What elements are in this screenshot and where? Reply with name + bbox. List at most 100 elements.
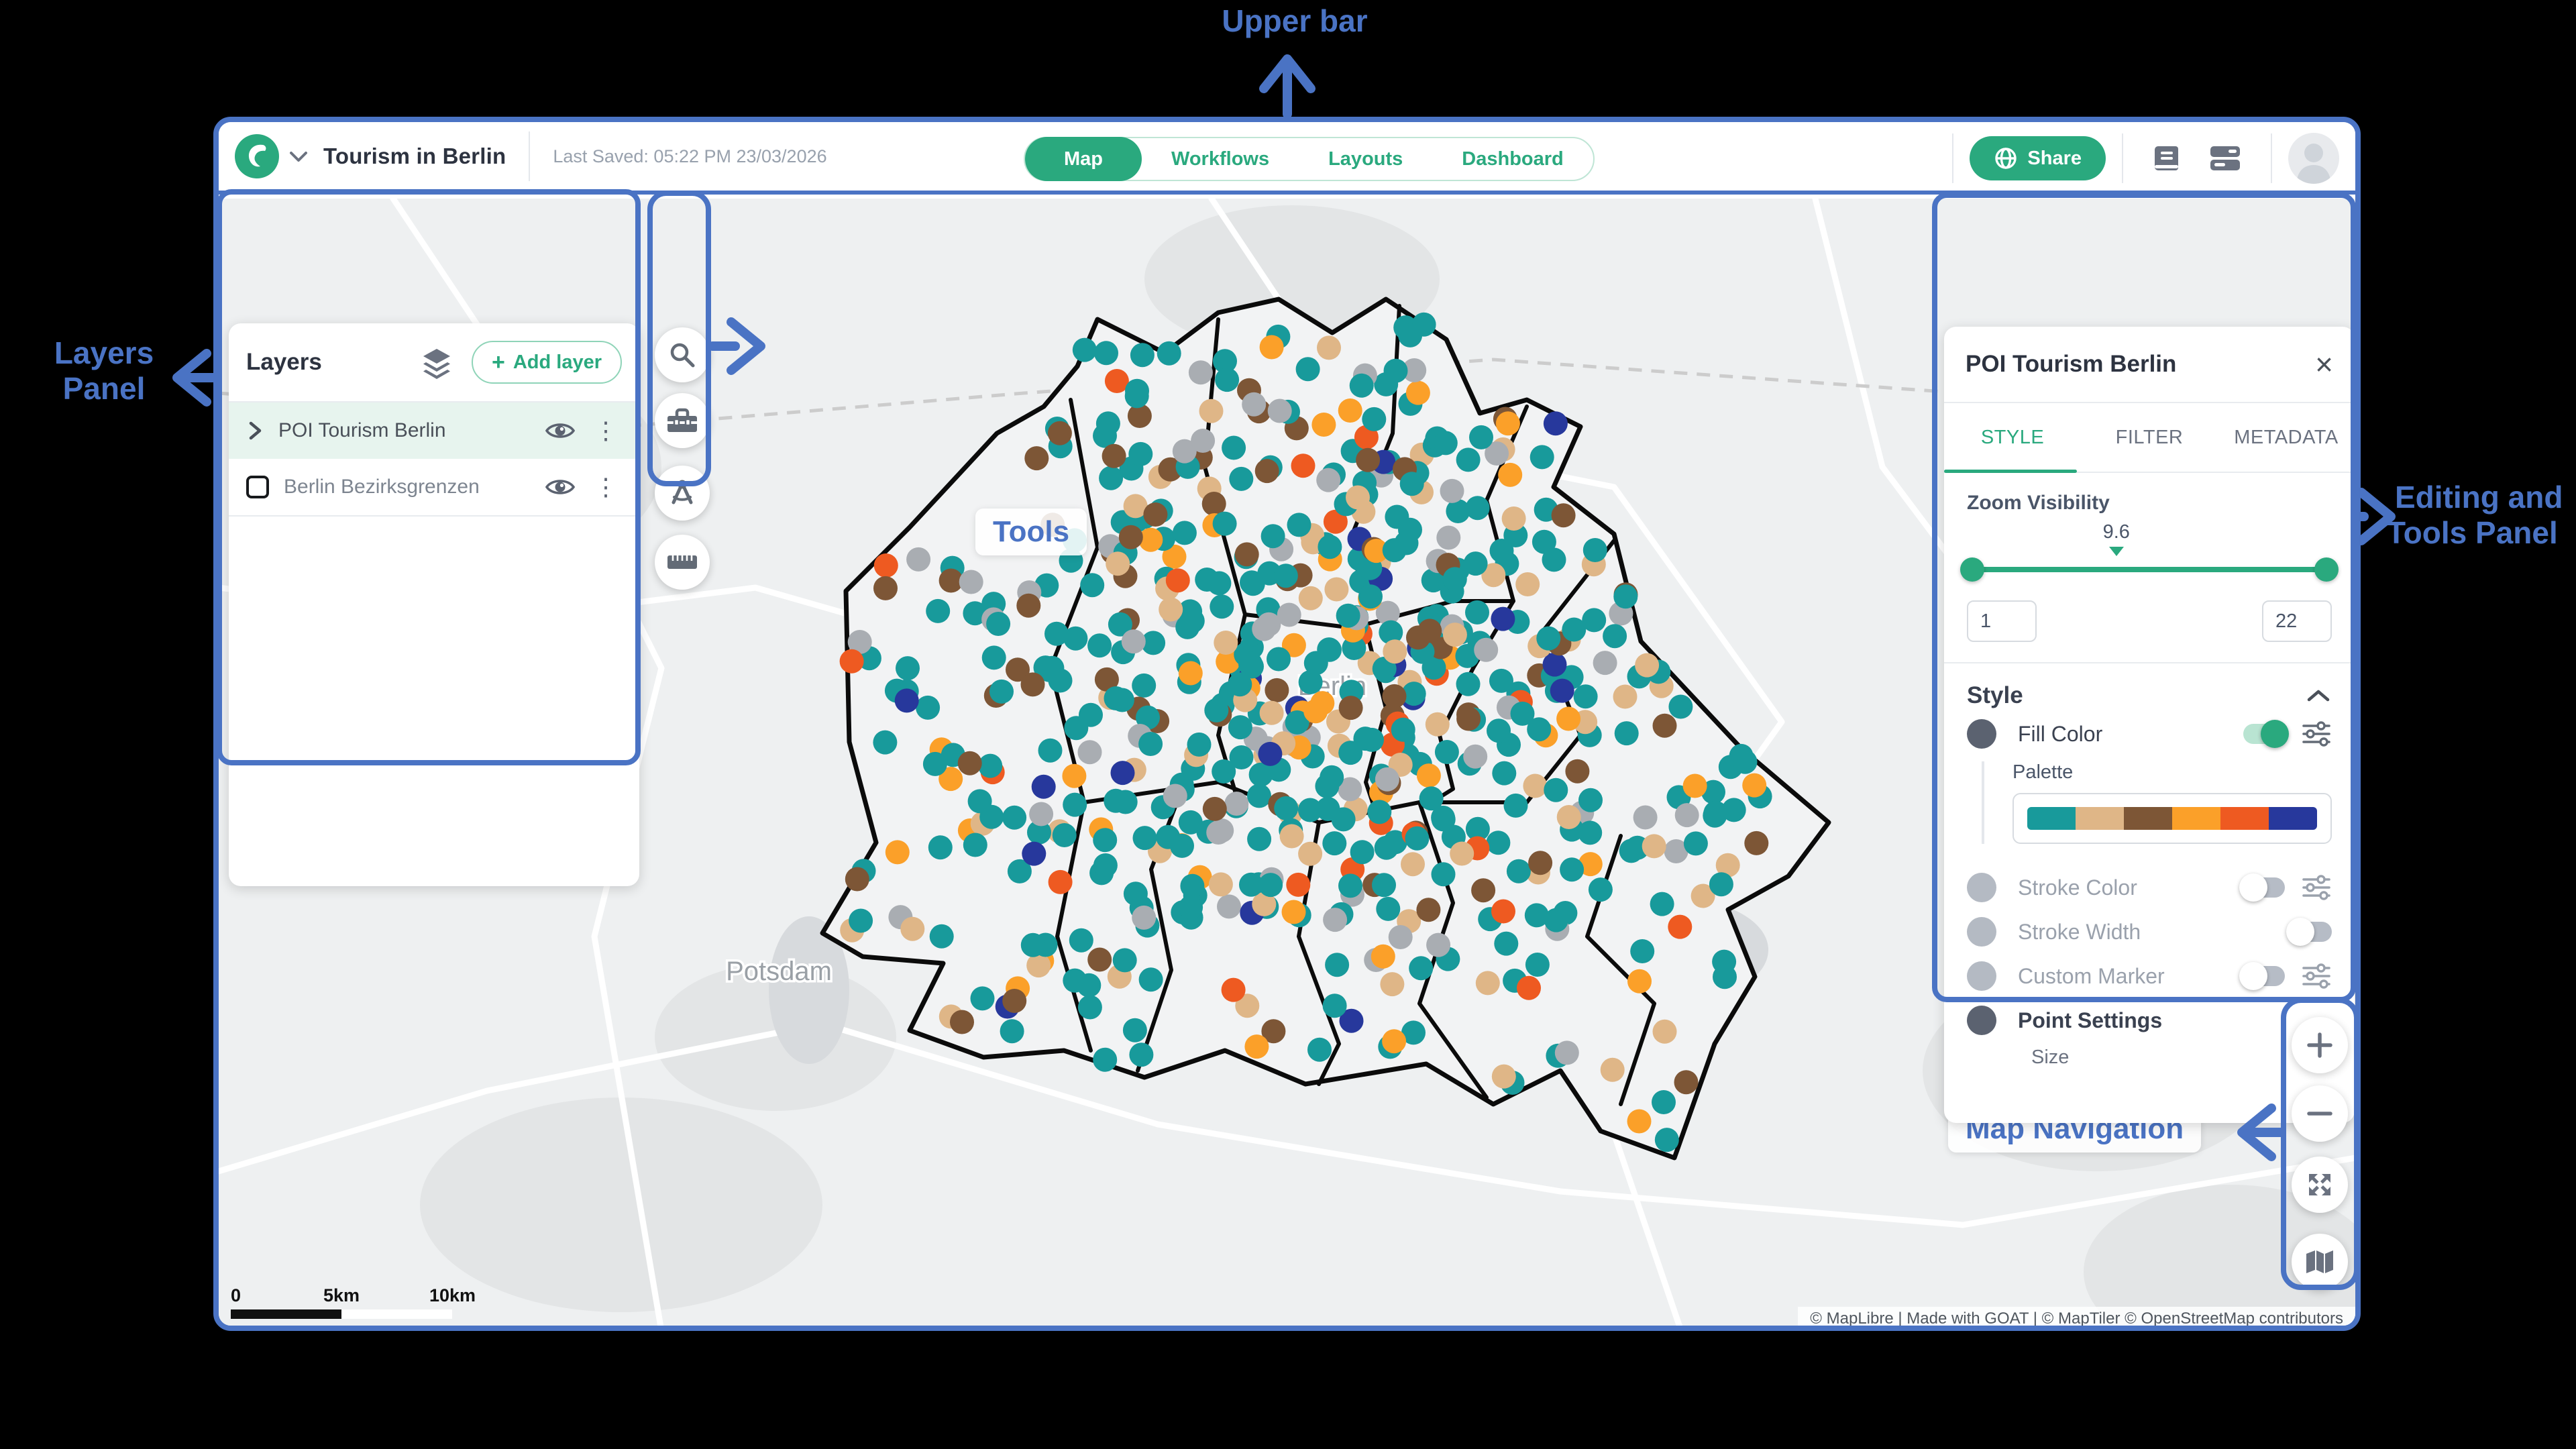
poi-dot[interactable]: [1456, 707, 1481, 731]
palette-selector[interactable]: [2012, 793, 2332, 844]
poi-dot[interactable]: [1287, 513, 1311, 537]
poi-dot[interactable]: [1204, 698, 1228, 722]
poi-dot[interactable]: [1338, 398, 1362, 423]
poi-dot[interactable]: [1550, 679, 1574, 703]
poi-dot[interactable]: [1619, 839, 1644, 863]
poi-dot[interactable]: [1650, 892, 1674, 916]
poi-dot[interactable]: [1132, 906, 1156, 930]
poi-dot[interactable]: [1627, 1110, 1652, 1134]
poi-dot[interactable]: [1315, 774, 1339, 798]
poi-dot[interactable]: [1523, 774, 1547, 798]
project-title[interactable]: Tourism in Berlin: [323, 144, 506, 169]
poi-dot[interactable]: [1744, 831, 1768, 855]
poi-dot[interactable]: [1187, 733, 1212, 757]
poi-dot[interactable]: [1111, 761, 1135, 785]
tab-workflows[interactable]: Workflows: [1142, 137, 1299, 181]
poi-dot[interactable]: [1317, 335, 1341, 360]
poi-dot[interactable]: [1048, 421, 1072, 445]
poi-dot[interactable]: [1325, 953, 1349, 977]
versions-icon[interactable]: [2206, 141, 2244, 176]
poi-dot[interactable]: [1494, 932, 1518, 956]
poi-dot[interactable]: [1222, 978, 1246, 1002]
poi-dot[interactable]: [1128, 442, 1152, 466]
poi-dot[interactable]: [1203, 797, 1227, 821]
poi-dot[interactable]: [1323, 908, 1347, 932]
poi-dot[interactable]: [1032, 775, 1056, 799]
poi-dot[interactable]: [958, 751, 982, 775]
poi-dot[interactable]: [1247, 784, 1271, 808]
poi-dot[interactable]: [1318, 535, 1342, 559]
poi-dot[interactable]: [1299, 586, 1323, 610]
poi-dot[interactable]: [1087, 633, 1112, 657]
poi-dot[interactable]: [1229, 467, 1253, 491]
poi-dot[interactable]: [1247, 827, 1271, 851]
poi-dot[interactable]: [1260, 335, 1284, 360]
poi-dot[interactable]: [1491, 607, 1515, 631]
poi-dot[interactable]: [1336, 604, 1360, 628]
poi-dot[interactable]: [1138, 732, 1163, 756]
poi-dot[interactable]: [1675, 803, 1699, 827]
poi-dot[interactable]: [1318, 638, 1342, 662]
poi-dot[interactable]: [1087, 948, 1112, 972]
poi-dot[interactable]: [1601, 1058, 1625, 1082]
poi-dot[interactable]: [885, 840, 910, 864]
poi-dot[interactable]: [849, 909, 873, 933]
poi-dot[interactable]: [1024, 446, 1049, 470]
poi-dot[interactable]: [1322, 831, 1346, 855]
poi-dot[interactable]: [1332, 807, 1356, 831]
poi-dot[interactable]: [1653, 1020, 1677, 1044]
poi-dot[interactable]: [1228, 715, 1252, 739]
poi-dot[interactable]: [1416, 898, 1440, 922]
poi-dot[interactable]: [1382, 1029, 1406, 1053]
poi-dot[interactable]: [1555, 1040, 1579, 1065]
point-settings-row[interactable]: Point Settings: [1967, 1001, 2332, 1040]
poi-dot[interactable]: [1406, 381, 1430, 405]
style-section-header[interactable]: Style: [1967, 682, 2332, 709]
poi-dot[interactable]: [1021, 933, 1045, 957]
poi-dot[interactable]: [1383, 538, 1407, 562]
poi-dot[interactable]: [1189, 360, 1213, 384]
poi-dot[interactable]: [1380, 972, 1404, 996]
poi-dot[interactable]: [1258, 742, 1282, 766]
poi-dot[interactable]: [1213, 512, 1237, 536]
poi-dot[interactable]: [1179, 810, 1203, 835]
poi-dot[interactable]: [1527, 717, 1551, 741]
poi-dot[interactable]: [1078, 740, 1102, 764]
visibility-eye-icon[interactable]: [545, 420, 575, 441]
poi-dot[interactable]: [1376, 897, 1400, 921]
poi-dot[interactable]: [950, 1010, 974, 1034]
poi-dot[interactable]: [1122, 629, 1146, 653]
poi-dot[interactable]: [1307, 1038, 1332, 1062]
poi-dot[interactable]: [1291, 453, 1316, 478]
poi-dot[interactable]: [1000, 1019, 1024, 1043]
poi-dot[interactable]: [1371, 945, 1395, 969]
fill-color-toggle[interactable]: [2243, 724, 2285, 744]
poi-dot[interactable]: [989, 680, 1014, 704]
poi-dot[interactable]: [1241, 572, 1265, 596]
poi-dot[interactable]: [1217, 894, 1241, 918]
poi-dot[interactable]: [1123, 1018, 1147, 1042]
poi-dot[interactable]: [1286, 873, 1310, 897]
poi-dot[interactable]: [1163, 784, 1187, 808]
poi-dot[interactable]: [1119, 525, 1143, 549]
poi-dot[interactable]: [1471, 878, 1495, 902]
tab-layouts[interactable]: Layouts: [1299, 137, 1432, 181]
poi-dot[interactable]: [1113, 948, 1137, 972]
poi-dot[interactable]: [1093, 1048, 1117, 1072]
poi-dot[interactable]: [1435, 740, 1459, 764]
layer-row-poi-tourism[interactable]: POI Tourism Berlin ⋮: [229, 402, 639, 459]
poi-dot[interactable]: [1053, 823, 1077, 847]
poi-dot[interactable]: [1339, 696, 1363, 720]
poi-dot[interactable]: [1613, 584, 1638, 608]
poi-dot[interactable]: [1298, 842, 1322, 866]
poi-dot[interactable]: [1157, 341, 1181, 366]
poi-dot[interactable]: [900, 917, 924, 941]
poi-dot[interactable]: [1303, 699, 1328, 723]
poi-dot[interactable]: [1490, 539, 1514, 563]
poi-dot[interactable]: [1398, 518, 1422, 542]
poi-dot[interactable]: [1249, 763, 1273, 787]
poi-dot[interactable]: [1179, 896, 1203, 920]
poi-dot[interactable]: [1589, 877, 1613, 902]
poi-dot[interactable]: [1515, 572, 1540, 596]
poi-dot[interactable]: [1552, 503, 1576, 527]
